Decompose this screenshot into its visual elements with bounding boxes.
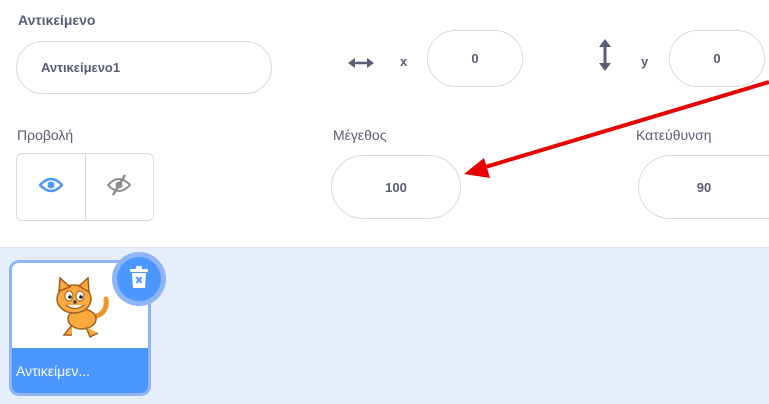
x-label: x bbox=[400, 54, 408, 69]
show-label: Προβολή bbox=[17, 127, 74, 143]
cat-sprite-icon bbox=[46, 276, 116, 344]
delete-sprite-button[interactable] bbox=[112, 252, 166, 306]
annotation-arrow bbox=[464, 80, 769, 178]
sprite-name-input[interactable]: Αντικείμενο1 bbox=[16, 41, 272, 94]
size-input[interactable]: 100 bbox=[331, 155, 461, 219]
horizontal-arrow-icon bbox=[346, 53, 376, 73]
eye-icon bbox=[38, 177, 64, 198]
sprite-thumbnail-name: Αντικείμεν... bbox=[12, 348, 148, 393]
eye-off-icon bbox=[106, 173, 132, 201]
visibility-toggle-group bbox=[16, 153, 154, 221]
hide-button[interactable] bbox=[84, 154, 153, 220]
trash-icon bbox=[128, 265, 150, 294]
sprite-label: Αντικείμενο bbox=[18, 12, 96, 28]
show-button[interactable] bbox=[17, 154, 85, 220]
size-label: Μέγεθος bbox=[333, 127, 387, 143]
